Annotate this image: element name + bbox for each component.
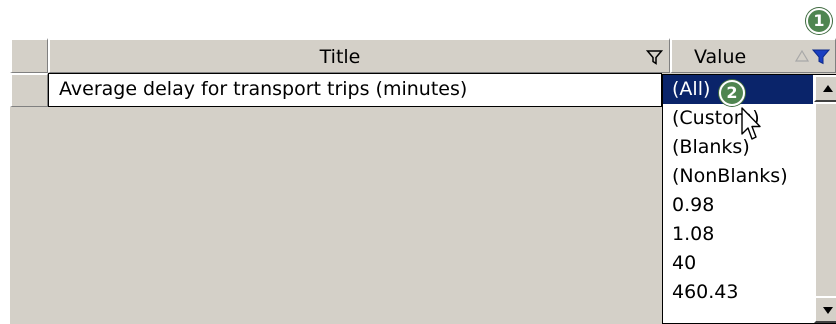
arrow-down-icon [823, 307, 833, 314]
column-header-title-label: Title [319, 46, 361, 68]
column-header-value[interactable]: Value [670, 38, 836, 73]
filter-option-blanks[interactable]: (Blanks) [663, 133, 813, 162]
filter-option-custom[interactable]: (Custom) [663, 104, 813, 133]
filter-option-value[interactable]: 40 [663, 249, 813, 278]
sort-ascending-icon[interactable] [795, 49, 809, 63]
funnel-outline-icon[interactable] [646, 49, 663, 66]
arrow-up-icon [823, 85, 833, 92]
filter-option-nonblanks[interactable]: (NonBlanks) [663, 162, 813, 191]
data-grid: Title Value Average delay for transport … [10, 38, 836, 324]
scroll-up-button[interactable] [814, 75, 836, 102]
column-header-value-label: Value [694, 46, 747, 68]
grid-corner-header [10, 38, 48, 73]
row-selector[interactable] [10, 73, 48, 107]
column-header-title[interactable]: Title [48, 38, 670, 73]
funnel-active-icon[interactable] [812, 48, 830, 66]
table-cell-title[interactable]: Average delay for transport trips (minut… [48, 73, 662, 107]
callout-badge-1: 1 [806, 8, 832, 34]
mouse-cursor-icon [741, 107, 761, 140]
dropdown-scrollbar[interactable] [814, 75, 836, 323]
filter-option-value[interactable]: 1.08 [663, 220, 813, 249]
callout-badge-2: 2 [719, 80, 745, 106]
filter-option-value[interactable]: 0.98 [663, 191, 813, 220]
filter-options: (All) (Custom) (Blanks) (NonBlanks) 0.98… [663, 75, 813, 307]
scrollbar-thumb[interactable] [814, 102, 836, 308]
filter-option-value[interactable]: 460.43 [663, 278, 813, 307]
scroll-down-button[interactable] [814, 296, 836, 323]
